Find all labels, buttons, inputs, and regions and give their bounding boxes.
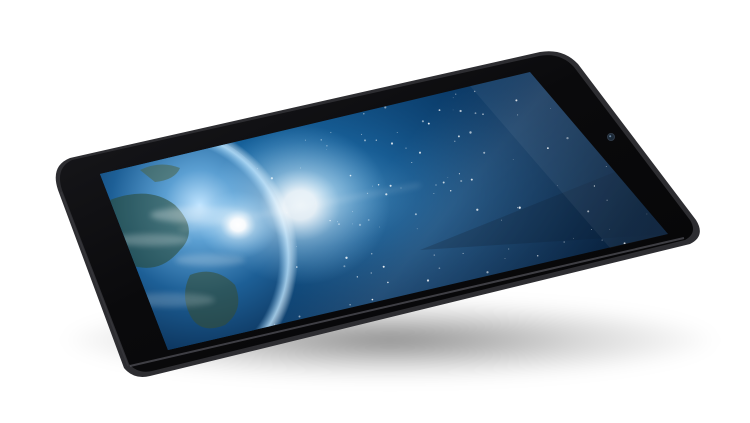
star [627, 309, 630, 312]
star [258, 82, 261, 84]
star [131, 141, 134, 143]
product-photo [0, 0, 750, 423]
star [337, 72, 340, 75]
star [184, 116, 186, 118]
star [112, 112, 115, 115]
star [616, 293, 617, 295]
star [175, 72, 178, 75]
star [194, 70, 196, 72]
star [146, 109, 148, 111]
star [415, 76, 417, 78]
star [658, 71, 659, 72]
star [641, 281, 642, 283]
star [266, 104, 268, 106]
star [655, 119, 656, 121]
star [288, 77, 289, 79]
star [604, 82, 607, 85]
star [649, 292, 652, 295]
star [374, 72, 376, 74]
star [559, 275, 563, 279]
star [167, 122, 169, 124]
star [297, 74, 299, 76]
star [575, 278, 578, 281]
star [381, 84, 383, 86]
star [199, 82, 202, 86]
star [195, 80, 197, 81]
front-camera-icon [607, 133, 615, 141]
star [344, 88, 346, 90]
star [292, 98, 295, 101]
star [142, 100, 144, 102]
star [617, 280, 619, 282]
star [174, 119, 177, 122]
star [596, 299, 598, 302]
star [653, 149, 655, 151]
star [315, 94, 318, 97]
star [653, 92, 656, 95]
star [140, 131, 142, 133]
star [582, 279, 585, 282]
star [107, 138, 109, 140]
star [647, 98, 650, 101]
star [139, 114, 141, 116]
star [176, 131, 179, 134]
star [154, 128, 157, 131]
star [641, 70, 642, 71]
tablet-scene [55, 51, 720, 380]
star [349, 89, 353, 93]
star [570, 277, 572, 279]
